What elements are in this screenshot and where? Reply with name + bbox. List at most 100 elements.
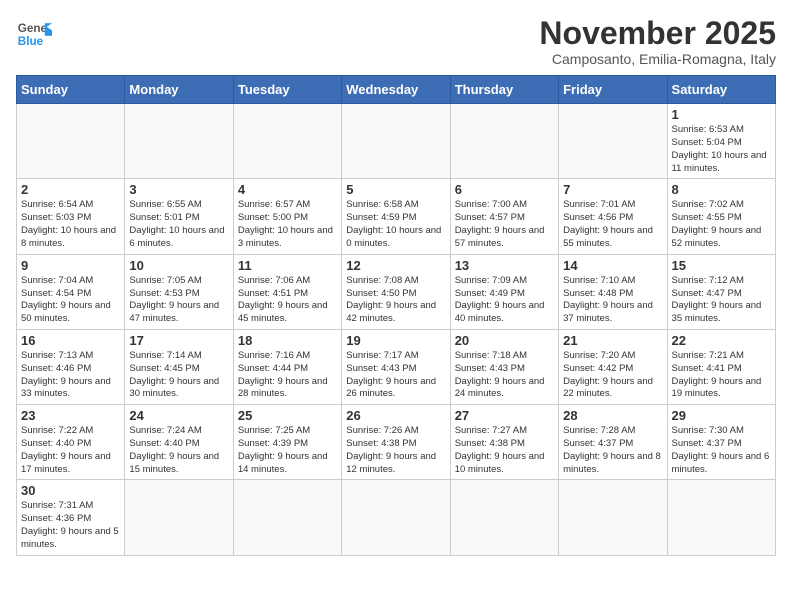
calendar-cell: 6Sunrise: 7:00 AM Sunset: 4:57 PM Daylig… [450, 179, 558, 254]
day-info: Sunrise: 6:55 AM Sunset: 5:01 PM Dayligh… [129, 199, 228, 250]
day-number: 16 [21, 333, 120, 348]
day-info: Sunrise: 7:16 AM Sunset: 4:44 PM Dayligh… [238, 350, 337, 401]
day-number: 20 [455, 333, 554, 348]
title-area: November 2025 Camposanto, Emilia-Romagna… [539, 16, 776, 67]
day-info: Sunrise: 7:24 AM Sunset: 4:40 PM Dayligh… [129, 425, 228, 476]
day-info: Sunrise: 6:54 AM Sunset: 5:03 PM Dayligh… [21, 199, 120, 250]
day-info: Sunrise: 7:27 AM Sunset: 4:38 PM Dayligh… [455, 425, 554, 476]
location-subtitle: Camposanto, Emilia-Romagna, Italy [539, 51, 776, 67]
day-number: 2 [21, 182, 120, 197]
day-number: 1 [672, 107, 771, 122]
header-sunday: Sunday [17, 76, 125, 104]
day-info: Sunrise: 7:17 AM Sunset: 4:43 PM Dayligh… [346, 350, 445, 401]
day-number: 11 [238, 258, 337, 273]
calendar-cell [667, 480, 775, 555]
calendar-cell: 12 Sunrise: 7:08 AM Sunset: 4:50 PM Dayli… [342, 254, 450, 329]
month-title: November 2025 [539, 16, 776, 51]
calendar-cell: 27 Sunrise: 7:27 AM Sunset: 4:38 PM Dayli… [450, 405, 558, 480]
calendar-cell: 28 Sunrise: 7:28 AM Sunset: 4:37 PM Dayli… [559, 405, 667, 480]
calendar-cell: 3 Sunrise: 6:55 AM Sunset: 5:01 PM Daylig… [125, 179, 233, 254]
day-info: Sunrise: 7:21 AM Sunset: 4:41 PM Dayligh… [672, 350, 771, 401]
calendar-cell: 29Sunrise: 7:30 AM Sunset: 4:37 PM Dayli… [667, 405, 775, 480]
calendar-cell: 4 Sunrise: 6:57 AM Sunset: 5:00 PM Daylig… [233, 179, 341, 254]
calendar-cell: 16 Sunrise: 7:13 AM Sunset: 4:46 PM Dayli… [17, 329, 125, 404]
header-tuesday: Tuesday [233, 76, 341, 104]
calendar-cell: 19Sunrise: 7:17 AM Sunset: 4:43 PM Dayli… [342, 329, 450, 404]
day-info: Sunrise: 7:04 AM Sunset: 4:54 PM Dayligh… [21, 275, 120, 326]
day-info: Sunrise: 6:58 AM Sunset: 4:59 PM Dayligh… [346, 199, 445, 250]
calendar-cell: 15 Sunrise: 7:12 AM Sunset: 4:47 PM Dayli… [667, 254, 775, 329]
day-info: Sunrise: 7:26 AM Sunset: 4:38 PM Dayligh… [346, 425, 445, 476]
day-number: 15 [672, 258, 771, 273]
calendar-cell: 10 Sunrise: 7:05 AM Sunset: 4:53 PM Dayli… [125, 254, 233, 329]
calendar-cell: 8 Sunrise: 7:02 AM Sunset: 4:55 PM Daylig… [667, 179, 775, 254]
day-info: Sunrise: 7:09 AM Sunset: 4:49 PM Dayligh… [455, 275, 554, 326]
day-number: 30 [21, 483, 120, 498]
day-info: Sunrise: 7:06 AM Sunset: 4:51 PM Dayligh… [238, 275, 337, 326]
calendar-cell [450, 480, 558, 555]
weekday-header-row: Sunday Monday Tuesday Wednesday Thursday… [17, 76, 776, 104]
calendar-cell: 25 Sunrise: 7:25 AM Sunset: 4:39 PM Dayli… [233, 405, 341, 480]
day-info: Sunrise: 7:22 AM Sunset: 4:40 PM Dayligh… [21, 425, 120, 476]
day-info: Sunrise: 7:28 AM Sunset: 4:37 PM Dayligh… [563, 425, 662, 476]
day-info: Sunrise: 7:31 AM Sunset: 4:36 PM Dayligh… [21, 500, 120, 551]
week-row-2: 2 Sunrise: 6:54 AM Sunset: 5:03 PM Daylig… [17, 179, 776, 254]
day-info: Sunrise: 7:13 AM Sunset: 4:46 PM Dayligh… [21, 350, 120, 401]
calendar-cell: 2 Sunrise: 6:54 AM Sunset: 5:03 PM Daylig… [17, 179, 125, 254]
calendar-cell: 18Sunrise: 7:16 AM Sunset: 4:44 PM Dayli… [233, 329, 341, 404]
day-info: Sunrise: 7:18 AM Sunset: 4:43 PM Dayligh… [455, 350, 554, 401]
day-info: Sunrise: 7:25 AM Sunset: 4:39 PM Dayligh… [238, 425, 337, 476]
day-info: Sunrise: 7:08 AM Sunset: 4:50 PM Dayligh… [346, 275, 445, 326]
calendar-cell: 17Sunrise: 7:14 AM Sunset: 4:45 PM Dayli… [125, 329, 233, 404]
day-number: 22 [672, 333, 771, 348]
day-info: Sunrise: 7:10 AM Sunset: 4:48 PM Dayligh… [563, 275, 662, 326]
day-number: 23 [21, 408, 120, 423]
day-number: 25 [238, 408, 337, 423]
day-number: 9 [21, 258, 120, 273]
calendar-cell: 5 Sunrise: 6:58 AM Sunset: 4:59 PM Daylig… [342, 179, 450, 254]
day-number: 26 [346, 408, 445, 423]
day-info: Sunrise: 6:57 AM Sunset: 5:00 PM Dayligh… [238, 199, 337, 250]
day-number: 28 [563, 408, 662, 423]
day-number: 5 [346, 182, 445, 197]
day-number: 7 [563, 182, 662, 197]
day-number: 8 [672, 182, 771, 197]
week-row-4: 16 Sunrise: 7:13 AM Sunset: 4:46 PM Dayli… [17, 329, 776, 404]
calendar-cell: 24Sunrise: 7:24 AM Sunset: 4:40 PM Dayli… [125, 405, 233, 480]
day-info: Sunrise: 7:00 AM Sunset: 4:57 PM Dayligh… [455, 199, 554, 250]
day-info: Sunrise: 7:12 AM Sunset: 4:47 PM Dayligh… [672, 275, 771, 326]
calendar-cell: 22 Sunrise: 7:21 AM Sunset: 4:41 PM Dayli… [667, 329, 775, 404]
week-row-1: 1 Sunrise: 6:53 AM Sunset: 5:04 PM Daylig… [17, 104, 776, 179]
day-number: 14 [563, 258, 662, 273]
day-number: 21 [563, 333, 662, 348]
calendar-cell: 21Sunrise: 7:20 AM Sunset: 4:42 PM Dayli… [559, 329, 667, 404]
calendar-cell: 26 Sunrise: 7:26 AM Sunset: 4:38 PM Dayli… [342, 405, 450, 480]
week-row-6: 30 Sunrise: 7:31 AM Sunset: 4:36 PM Dayli… [17, 480, 776, 555]
logo-icon: General Blue [16, 16, 52, 52]
header-saturday: Saturday [667, 76, 775, 104]
calendar-cell [559, 480, 667, 555]
day-info: Sunrise: 6:53 AM Sunset: 5:04 PM Dayligh… [672, 124, 771, 175]
calendar-cell [233, 104, 341, 179]
calendar-cell: 11 Sunrise: 7:06 AM Sunset: 4:51 PM Dayli… [233, 254, 341, 329]
svg-text:Blue: Blue [18, 35, 44, 48]
header-monday: Monday [125, 76, 233, 104]
header-wednesday: Wednesday [342, 76, 450, 104]
day-info: Sunrise: 7:01 AM Sunset: 4:56 PM Dayligh… [563, 199, 662, 250]
header-thursday: Thursday [450, 76, 558, 104]
day-number: 12 [346, 258, 445, 273]
header-friday: Friday [559, 76, 667, 104]
calendar-cell [559, 104, 667, 179]
day-number: 27 [455, 408, 554, 423]
calendar-cell [17, 104, 125, 179]
calendar-cell [125, 104, 233, 179]
day-number: 10 [129, 258, 228, 273]
day-info: Sunrise: 7:02 AM Sunset: 4:55 PM Dayligh… [672, 199, 771, 250]
day-info: Sunrise: 7:05 AM Sunset: 4:53 PM Dayligh… [129, 275, 228, 326]
calendar-cell: 7 Sunrise: 7:01 AM Sunset: 4:56 PM Daylig… [559, 179, 667, 254]
day-number: 4 [238, 182, 337, 197]
calendar-cell: 13Sunrise: 7:09 AM Sunset: 4:49 PM Dayli… [450, 254, 558, 329]
calendar-cell: 23 Sunrise: 7:22 AM Sunset: 4:40 PM Dayli… [17, 405, 125, 480]
day-number: 3 [129, 182, 228, 197]
calendar-cell [342, 104, 450, 179]
